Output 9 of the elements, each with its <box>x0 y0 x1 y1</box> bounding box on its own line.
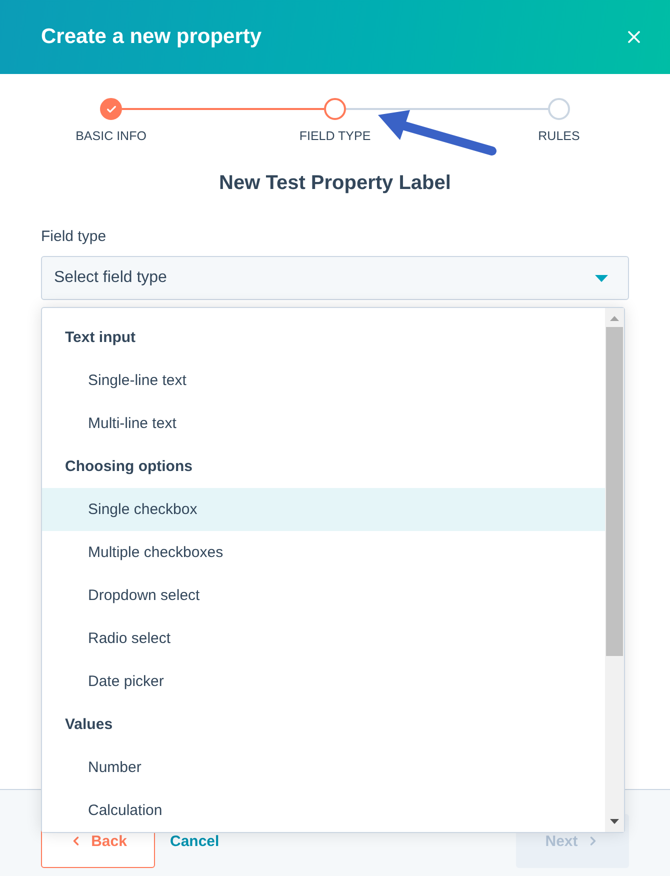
step-label: RULES <box>538 128 580 144</box>
option-group-label: Values <box>64 715 114 735</box>
option-group-label: Choosing options <box>64 457 194 477</box>
modal-title: Create a new property <box>41 24 262 50</box>
option-group-label: Text input <box>64 328 137 348</box>
step-label: BASIC INFO <box>76 128 146 144</box>
property-heading: New Test Property Label <box>218 171 452 195</box>
step-label: FIELD TYPE <box>299 128 371 144</box>
field-label: Field type <box>41 228 108 246</box>
